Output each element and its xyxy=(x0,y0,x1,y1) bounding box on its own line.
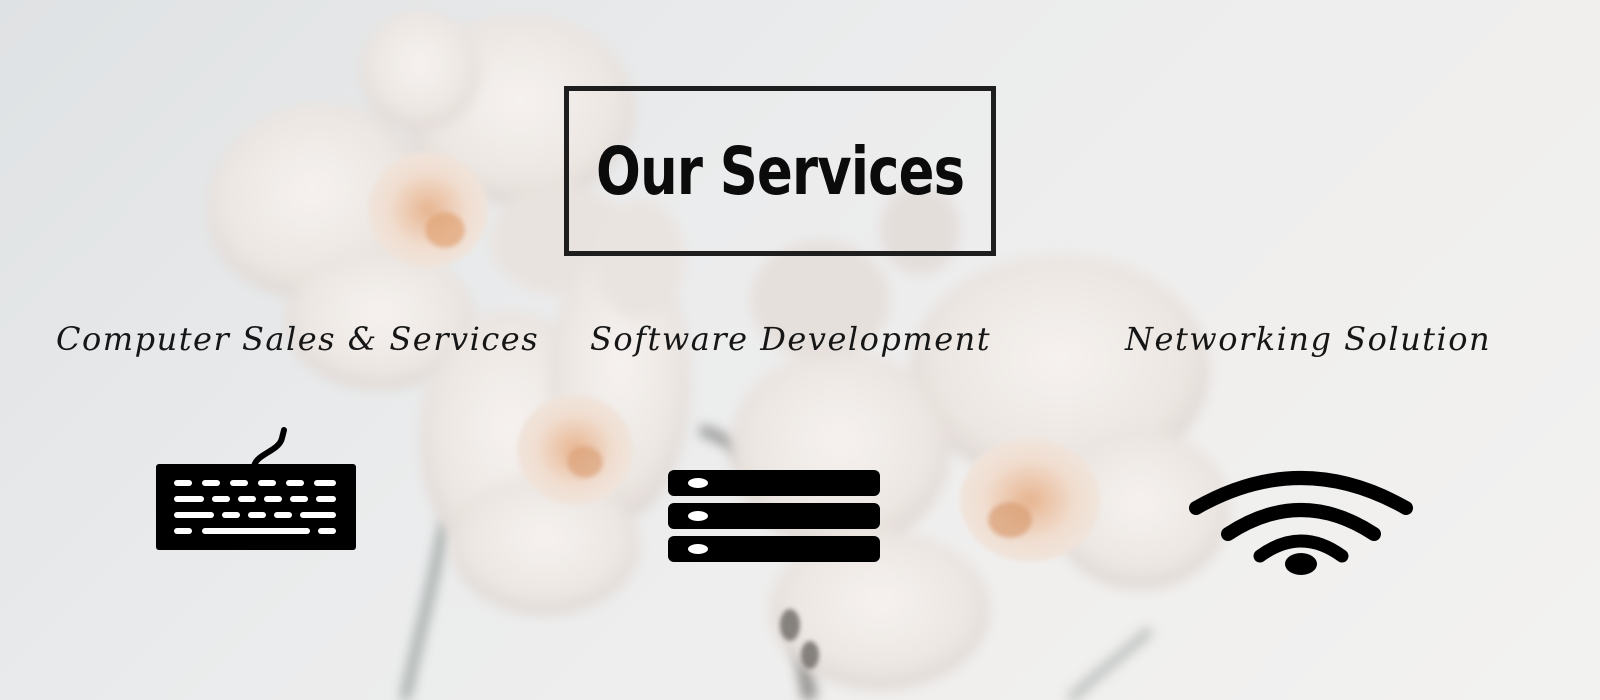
wifi-icon xyxy=(1188,468,1414,578)
service-label-software-development: Software Development xyxy=(590,320,992,358)
keyboard-icon xyxy=(154,424,360,564)
service-label-networking-solution: Networking Solution xyxy=(1125,320,1492,358)
server-icon xyxy=(666,468,882,564)
page-title: Our Services xyxy=(595,133,965,210)
service-label-computer-sales: Computer Sales & Services xyxy=(56,320,540,358)
page-title-frame: Our Services xyxy=(564,86,996,256)
